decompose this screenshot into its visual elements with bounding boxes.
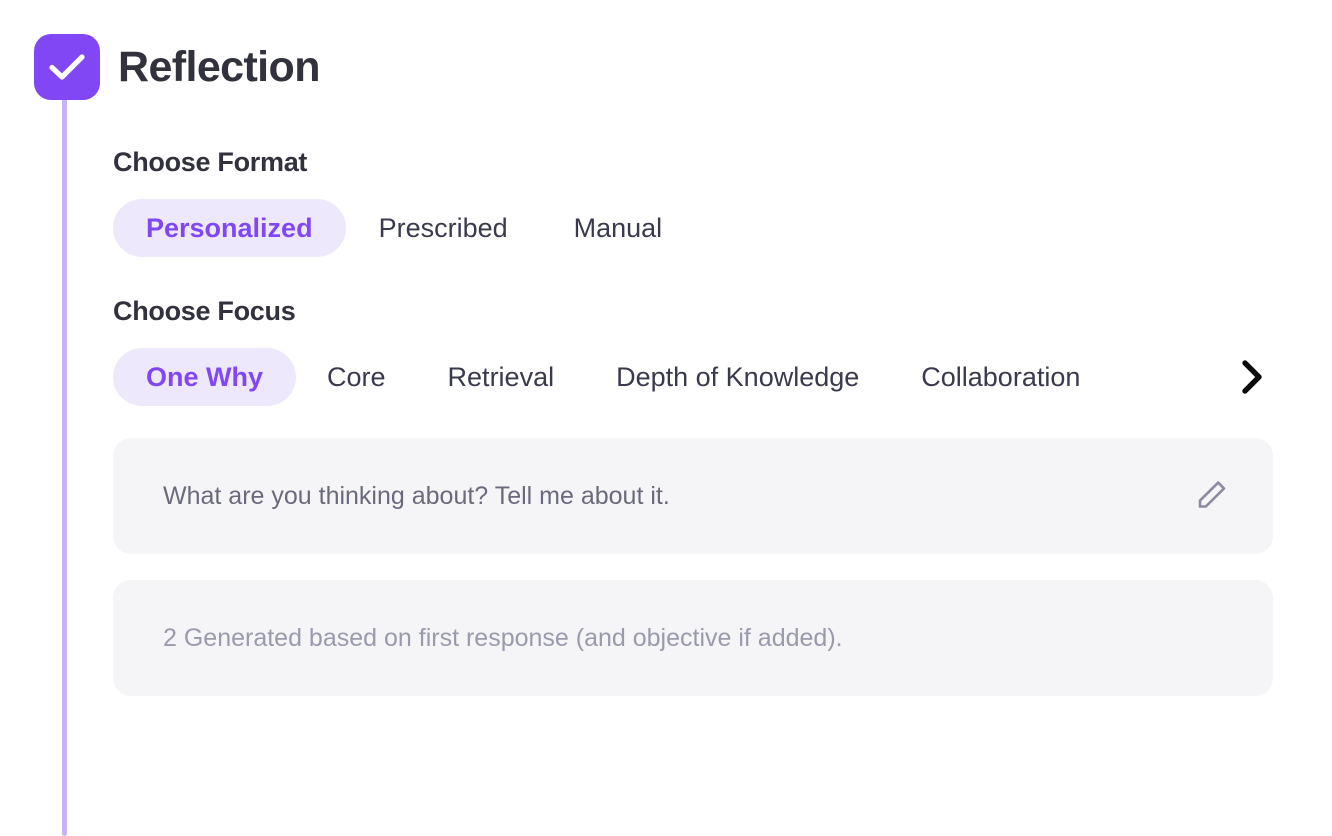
pencil-icon[interactable] [1189, 474, 1233, 518]
page-title: Reflection [118, 42, 320, 91]
chevron-right-icon[interactable] [1231, 356, 1273, 398]
format-tab-manual[interactable]: Manual [541, 199, 696, 257]
focus-tab-core[interactable]: Core [296, 348, 417, 406]
choose-focus-heading: Choose Focus [113, 295, 296, 326]
reflection-panel: Reflection Choose Format Personalized Pr… [0, 0, 1332, 836]
format-tab-prescribed[interactable]: Prescribed [346, 199, 541, 257]
focus-tab-row: One Why Core Retrieval Depth of Knowledg… [113, 347, 1273, 406]
prompt-card-generated[interactable]: 2 Generated based on first response (and… [113, 579, 1273, 696]
prompt-text-generated: 2 Generated based on first response (and… [163, 623, 843, 652]
panel-header: Reflection [34, 34, 320, 100]
focus-tab-retrieval[interactable]: Retrieval [417, 348, 586, 406]
focus-tab-collaboration[interactable]: Collaboration [890, 348, 1111, 406]
format-tab-row: Personalized Prescribed Manual [113, 198, 1273, 257]
prompt-text-primary: What are you thinking about? Tell me abo… [163, 481, 670, 510]
focus-tab-one-why[interactable]: One Why [113, 347, 297, 406]
choose-format-heading: Choose Format [113, 147, 308, 177]
reflection-checkbox[interactable] [34, 34, 100, 100]
panel-content: Choose Format Personalized Prescribed Ma… [113, 147, 1273, 696]
focus-tab-depth-of-knowledge[interactable]: Depth of Knowledge [585, 348, 890, 406]
format-tab-personalized[interactable]: Personalized [113, 198, 346, 257]
connector-line [62, 86, 67, 836]
prompt-card-primary[interactable]: What are you thinking about? Tell me abo… [113, 437, 1273, 554]
focus-tab-scroller[interactable]: One Why Core Retrieval Depth of Knowledg… [113, 347, 1229, 406]
check-icon [48, 52, 86, 82]
